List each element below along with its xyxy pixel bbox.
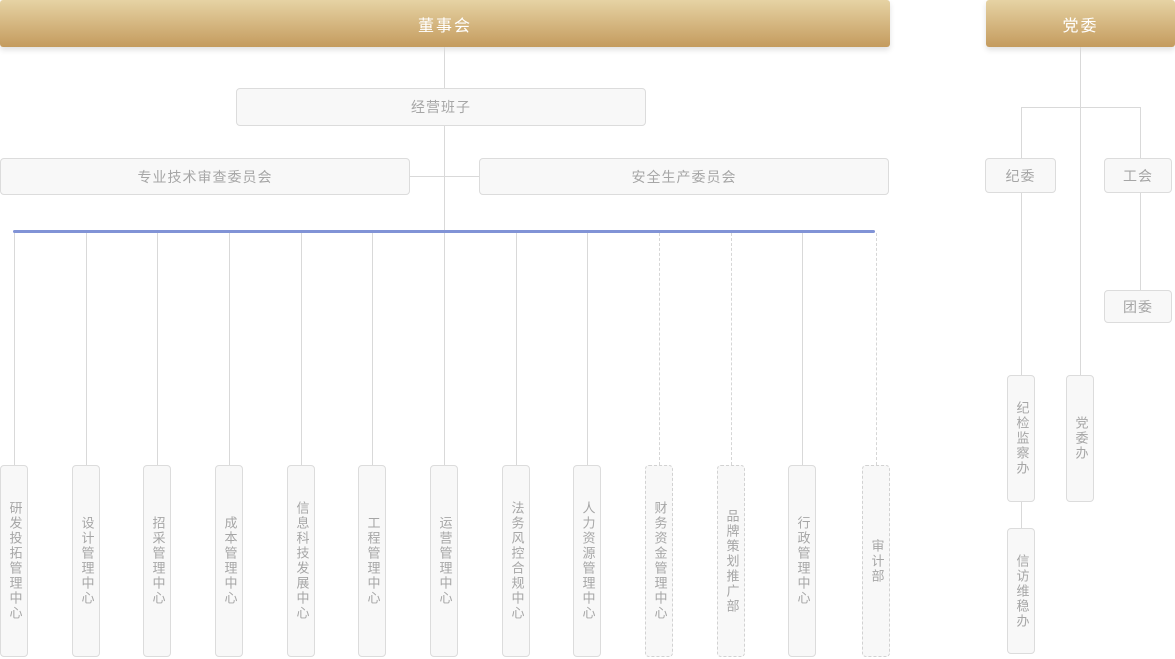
node-labor-union-label: 工会 <box>1123 166 1153 186</box>
node-discipline-inspection-office-label: 纪检监察办 <box>1015 401 1028 476</box>
node-discipline-committee-label: 纪委 <box>1006 166 1036 186</box>
connector-dept <box>229 233 230 465</box>
dept-label: 设计管理中心 <box>80 516 93 606</box>
connector-party-office-drop <box>1080 107 1081 375</box>
dept-node-design: 设计管理中心 <box>72 465 100 657</box>
dept-node-admin: 行政管理中心 <box>788 465 816 657</box>
connector-dept <box>301 233 302 465</box>
connector-dept <box>372 233 373 465</box>
party-title: 党委 <box>1062 12 1098 36</box>
dept-label: 人力资源管理中心 <box>581 501 594 621</box>
node-petition-stability-office: 信访维稳办 <box>1007 528 1035 654</box>
node-management-team-label: 经营班子 <box>411 97 471 117</box>
connector-dept <box>86 233 87 465</box>
connector-discipline-drop <box>1021 107 1022 158</box>
party-header-bar: 党委 <box>986 0 1175 47</box>
node-labor-union: 工会 <box>1104 158 1172 193</box>
connector-party-trunk <box>1080 47 1081 107</box>
org-chart: 董事会 党委 经营班子 专业技术审查委员会 安全生产委员会 研发投拓管理中心 设… <box>0 0 1175 659</box>
dept-label: 工程管理中心 <box>366 516 379 606</box>
connector-dept <box>516 233 517 465</box>
dept-label: 成本管理中心 <box>223 516 236 606</box>
node-tech-review-committee: 专业技术审查委员会 <box>0 158 410 195</box>
dept-node-legal-risk: 法务风控合规中心 <box>502 465 530 657</box>
connector-youth-league-drop <box>1140 193 1141 290</box>
dept-node-cost: 成本管理中心 <box>215 465 243 657</box>
dept-label: 品牌策划推广部 <box>725 509 738 614</box>
node-management-team: 经营班子 <box>236 88 646 126</box>
board-title: 董事会 <box>418 12 472 36</box>
node-youth-league-label: 团委 <box>1123 297 1153 317</box>
connector-dept <box>802 233 803 465</box>
dept-label: 信息科技发展中心 <box>295 501 308 621</box>
dept-node-audit: 审计部 <box>862 465 890 657</box>
connector-board-management <box>444 47 445 88</box>
node-safety-committee-label: 安全生产委员会 <box>632 167 737 187</box>
node-tech-review-committee-label: 专业技术审查委员会 <box>138 167 273 187</box>
connector-dept <box>157 233 158 465</box>
dept-node-rd-investment: 研发投拓管理中心 <box>0 465 28 657</box>
dept-label: 法务风控合规中心 <box>510 501 523 621</box>
dept-node-procurement: 招采管理中心 <box>143 465 171 657</box>
dept-label: 财务资金管理中心 <box>653 501 666 621</box>
connector-dept-dashed <box>876 233 877 465</box>
connector-dept-dashed <box>659 233 660 465</box>
connector-dept-dashed <box>731 233 732 465</box>
dept-node-brand: 品牌策划推广部 <box>717 465 745 657</box>
connector-discipline-office-drop <box>1021 193 1022 375</box>
node-discipline-inspection-office: 纪检监察办 <box>1007 375 1035 502</box>
dept-label: 招采管理中心 <box>151 516 164 606</box>
connector-dept <box>444 233 445 465</box>
board-header-bar: 董事会 <box>0 0 890 47</box>
dept-node-it: 信息科技发展中心 <box>287 465 315 657</box>
dept-node-engineering: 工程管理中心 <box>358 465 386 657</box>
connector-dept <box>14 233 15 465</box>
node-party-committee-office-label: 党委办 <box>1074 416 1087 461</box>
dept-node-finance: 财务资金管理中心 <box>645 465 673 657</box>
dept-label: 运营管理中心 <box>438 516 451 606</box>
node-discipline-committee: 纪委 <box>985 158 1056 193</box>
node-petition-stability-office-label: 信访维稳办 <box>1015 554 1028 629</box>
dept-label: 行政管理中心 <box>796 516 809 606</box>
node-safety-committee: 安全生产委员会 <box>479 158 889 195</box>
dept-node-operations: 运营管理中心 <box>430 465 458 657</box>
dept-label: 审计部 <box>870 539 883 584</box>
dept-node-hr: 人力资源管理中心 <box>573 465 601 657</box>
connector-management-trunk <box>444 126 445 231</box>
node-youth-league: 团委 <box>1104 290 1172 323</box>
connector-union-drop <box>1140 107 1141 158</box>
connector-dept <box>587 233 588 465</box>
node-party-committee-office: 党委办 <box>1066 375 1094 502</box>
connector-committees <box>410 176 480 177</box>
connector-petition-office-drop <box>1021 502 1022 528</box>
dept-label: 研发投拓管理中心 <box>8 501 21 621</box>
